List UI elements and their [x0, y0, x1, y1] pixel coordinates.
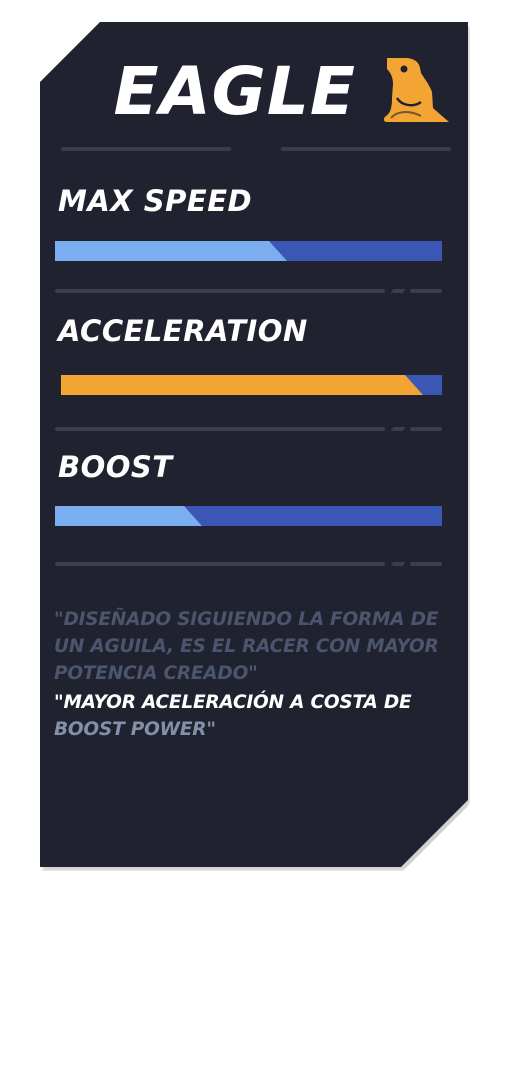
stat-bar-boost [55, 506, 442, 526]
stat-bar-max-speed [55, 241, 442, 261]
description-tradeoff-tail: BOOST POWER" [54, 719, 216, 740]
stat-bar-fill-acceleration [61, 375, 423, 395]
header-divider-left [61, 147, 231, 151]
description-quote: "DISEÑADO SIGUIENDO LA FORMA DE UN AGUIL… [54, 609, 439, 684]
stat-label-max-speed: MAX SPEED [58, 184, 253, 218]
header-divider-right [281, 147, 451, 151]
stat-label-acceleration: ACCELERATION [58, 314, 308, 348]
stat-separator [55, 562, 442, 566]
stat-separator [55, 427, 442, 431]
description-tradeoff-highlight: "MAYOR ACELERACIÓN A COSTA DE [54, 692, 412, 713]
stat-label-boost: BOOST [58, 450, 173, 484]
stat-separator [55, 289, 442, 293]
stat-bar-acceleration [61, 375, 442, 395]
eagle-icon [383, 58, 449, 122]
stat-bar-fill-max-speed [55, 241, 287, 261]
racer-name: EAGLE [113, 53, 356, 130]
stat-bar-fill-boost [55, 506, 202, 526]
description-tradeoff: "MAYOR ACELERACIÓN A COSTA DE BOOST POWE… [54, 689, 454, 743]
